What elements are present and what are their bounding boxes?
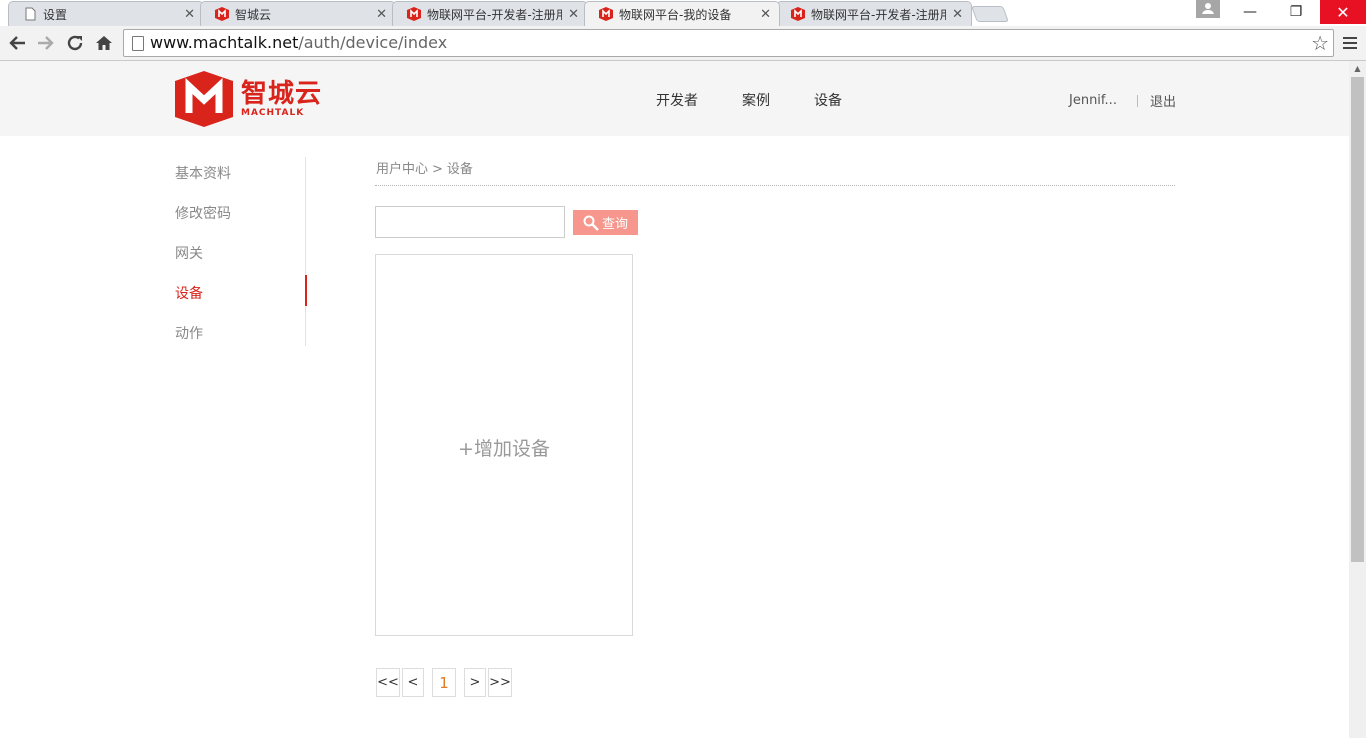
browser-tabstrip: 设置 ✕ 智城云 ✕ 物联网平台-开发者-注册用 ✕ 物联网平台-我的设备 ✕ …: [0, 0, 1366, 26]
page-last-button[interactable]: >>: [488, 668, 512, 697]
breadcrumb-parent[interactable]: 用户中心: [376, 162, 428, 177]
sidebar-menu: 基本资料 修改密码 网关 设备 动作: [175, 157, 307, 346]
address-bar[interactable]: www.machtalk.net/auth/device/index ☆: [123, 29, 1334, 57]
machtalk-favicon-icon: [599, 7, 613, 21]
tab-title: 物联网平台-开发者-注册用: [811, 7, 947, 22]
tab-close-icon[interactable]: ✕: [952, 7, 963, 22]
back-arrow-icon[interactable]: [6, 32, 28, 54]
site-logo[interactable]: 智城云 MACHTALK: [175, 71, 322, 127]
bookmark-star-icon[interactable]: ☆: [1311, 31, 1329, 55]
site-header: 智城云 MACHTALK 开发者 案例 设备 Jennif... 退出: [0, 61, 1349, 136]
tab-title: 智城云: [235, 7, 272, 22]
machtalk-favicon-icon: [215, 7, 229, 21]
sidebar-item-change-password[interactable]: 修改密码: [175, 203, 231, 223]
sidebar-item-profile[interactable]: 基本资料: [175, 163, 231, 183]
sidebar-item-devices[interactable]: 设备: [175, 283, 203, 303]
machtalk-logo-icon: [175, 71, 233, 127]
tab-close-icon[interactable]: ✕: [376, 7, 387, 22]
scroll-up-arrow-icon[interactable]: ▲: [1349, 61, 1366, 77]
add-device-label: +增加设备: [458, 437, 550, 460]
address-url[interactable]: www.machtalk.net/auth/device/index: [150, 33, 447, 52]
logo-text-en: MACHTALK: [241, 108, 305, 118]
new-tab-button[interactable]: [971, 6, 1009, 22]
sidebar-active-indicator: [305, 275, 307, 306]
scrollbar-thumb[interactable]: [1351, 77, 1364, 562]
page-next-button[interactable]: >: [464, 668, 486, 697]
divider: [1136, 94, 1138, 107]
maximize-button[interactable]: ❐: [1274, 0, 1318, 24]
search-button[interactable]: 查询: [573, 210, 638, 235]
nav-developer[interactable]: 开发者: [656, 90, 698, 110]
breadcrumb-current: 设备: [446, 162, 473, 177]
search-icon: [583, 215, 599, 231]
page-first-button[interactable]: <<: [376, 668, 400, 697]
browser-tab-register-2[interactable]: 物联网平台-开发者-注册用 ✕: [776, 1, 972, 26]
page-viewport: 智城云 MACHTALK 开发者 案例 设备 Jennif... 退出 基本资料…: [0, 61, 1349, 738]
breadcrumb-divider: [375, 185, 1175, 186]
machtalk-favicon-icon: [407, 7, 421, 21]
page-icon: [132, 36, 144, 51]
vertical-scrollbar[interactable]: ▲: [1349, 61, 1366, 738]
home-icon[interactable]: [93, 32, 115, 54]
page-icon: [25, 7, 36, 21]
browser-tab-machtalk[interactable]: 智城云 ✕: [200, 1, 396, 26]
browser-tab-settings[interactable]: 设置 ✕: [8, 1, 204, 26]
main-nav: 开发者 案例 设备: [656, 90, 886, 110]
tab-title: 设置: [43, 7, 68, 22]
page-prev-button[interactable]: <: [402, 668, 424, 697]
tab-title: 物联网平台-开发者-注册用: [427, 7, 563, 22]
nav-devices[interactable]: 设备: [814, 90, 842, 110]
device-search-input[interactable]: [375, 206, 565, 238]
forward-arrow-icon[interactable]: [35, 32, 57, 54]
user-area: Jennif... 退出: [1069, 91, 1176, 110]
tab-close-icon[interactable]: ✕: [568, 7, 579, 22]
add-device-card[interactable]: +增加设备: [375, 254, 633, 636]
page-current-button[interactable]: 1: [432, 668, 456, 697]
breadcrumb-separator: >: [432, 162, 443, 177]
browser-tab-my-devices[interactable]: 物联网平台-我的设备 ✕: [584, 1, 780, 26]
tab-close-icon[interactable]: ✕: [184, 7, 195, 22]
sidebar-item-actions[interactable]: 动作: [175, 323, 203, 343]
search-button-label: 查询: [601, 217, 628, 232]
tab-title: 物联网平台-我的设备: [619, 7, 732, 22]
logout-link[interactable]: 退出: [1150, 91, 1176, 110]
logo-text-cn: 智城云: [241, 79, 323, 109]
reload-icon[interactable]: [64, 32, 86, 54]
profile-icon[interactable]: [1196, 0, 1220, 18]
browser-toolbar: www.machtalk.net/auth/device/index ☆: [0, 26, 1366, 61]
machtalk-favicon-icon: [791, 7, 805, 21]
user-name-link[interactable]: Jennif...: [1069, 93, 1117, 108]
minimize-button[interactable]: —: [1228, 0, 1272, 24]
browser-menu-icon[interactable]: [1340, 32, 1360, 54]
browser-tab-register[interactable]: 物联网平台-开发者-注册用 ✕: [392, 1, 588, 26]
breadcrumb: 用户中心 > 设备: [376, 158, 473, 177]
nav-cases[interactable]: 案例: [742, 90, 770, 110]
tab-close-icon[interactable]: ✕: [760, 7, 771, 22]
close-window-button[interactable]: ✕: [1320, 0, 1366, 24]
pagination: << < 1 > >>: [376, 668, 514, 697]
sidebar-item-gateway[interactable]: 网关: [175, 243, 203, 263]
